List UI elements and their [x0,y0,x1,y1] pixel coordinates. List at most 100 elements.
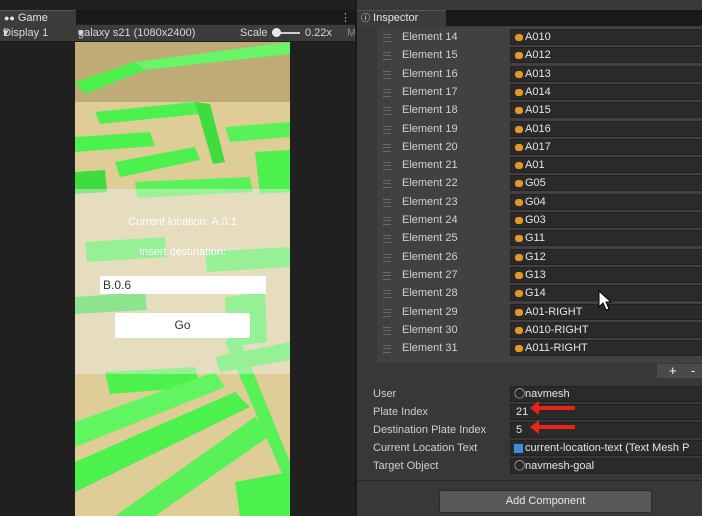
text-mesh-icon [514,444,523,453]
asset-icon [515,235,523,243]
drag-handle-icon[interactable] [383,271,391,280]
list-item[interactable]: Element 14 A010 [377,29,702,47]
element-field[interactable]: A017 [510,138,702,155]
element-field[interactable]: G05 [510,175,702,192]
list-item[interactable]: Element 25 G11 [377,230,702,248]
element-field[interactable]: A013 [510,65,702,82]
add-element-button[interactable]: + [669,364,677,378]
element-field[interactable]: G12 [510,248,702,265]
asset-icon [515,345,523,353]
asset-icon [515,107,523,115]
annotation-arrow-icon [530,420,575,434]
list-item[interactable]: Element 29 A01-RIGHT [377,303,702,322]
inspector-panel: ⓘ Inspector Element 14 A010 Element 15 A012 E… [355,0,702,516]
inspector-tab-bar: ⓘ Inspector [357,10,702,26]
chevron-down-icon: ▾ [78,27,84,39]
list-item[interactable]: Element 17 A014 [377,83,702,102]
tab-menu-icon[interactable]: ⋮ [340,11,351,24]
user-field[interactable]: ◯ navmesh [510,386,702,402]
element-label: Element 24 [402,214,458,226]
drag-handle-icon[interactable] [383,52,391,61]
list-item[interactable]: Element 21 A01 [377,157,702,175]
drag-handle-icon[interactable] [383,88,391,97]
drag-handle-icon[interactable] [383,34,391,42]
game-panel: ●● Game ⋮ Display 1 ▾ galaxy s21 (1080x24… [0,0,356,516]
element-field[interactable]: A011-RIGHT [510,340,702,357]
tab-inspector[interactable]: ⓘ Inspector [357,10,446,26]
mouse-cursor-icon [598,290,613,311]
asset-icon [515,290,523,298]
asset-icon [515,143,523,151]
asset-icon [515,70,523,78]
asset-icon [515,34,523,41]
scale-value: 0.22x [305,27,332,39]
drag-handle-icon[interactable] [383,180,391,189]
list-item[interactable]: Element 28 G14 [377,285,702,303]
element-field[interactable]: A01 [510,157,702,174]
list-item[interactable]: Element 26 G12 [377,248,702,267]
list-item[interactable]: Element 24 G03 [377,212,702,230]
element-field[interactable]: G03 [510,212,702,228]
list-item[interactable]: Element 20 A017 [377,138,702,157]
list-item[interactable]: Element 27 G13 [377,266,702,285]
element-label: Element 17 [402,85,458,98]
add-component-button[interactable]: Add Component [439,490,652,513]
element-field[interactable]: G04 [510,193,702,210]
element-field[interactable]: A012 [510,47,702,64]
element-label: Element 14 [402,31,458,43]
drag-handle-icon[interactable] [383,253,391,262]
target-object-field[interactable]: ◯ navmesh-goal [510,458,702,474]
drag-handle-icon[interactable] [383,125,391,134]
tab-game[interactable]: ●● Game [0,10,76,26]
prop-target-object: Target Object ◯ navmesh-goal [373,458,702,476]
element-field[interactable]: A010 [510,29,702,45]
prop-label: Plate Index [373,406,429,418]
element-field[interactable]: G13 [510,266,702,283]
element-field[interactable]: A010-RIGHT [510,321,702,338]
list-item[interactable]: Element 16 A013 [377,65,702,84]
element-label: Element 19 [402,122,458,135]
element-field[interactable]: A016 [510,120,702,137]
drag-handle-icon[interactable] [383,217,391,225]
game-viewport[interactable]: Current location: A.0.1 Insert destinati… [75,42,290,516]
prop-label: Destination Plate Index [373,424,487,436]
drag-handle-icon[interactable] [383,70,391,79]
list-item[interactable]: Element 30 A010-RIGHT [377,321,702,340]
list-item[interactable]: Element 23 G04 [377,193,702,212]
drag-handle-icon[interactable] [383,290,391,299]
asset-icon [515,217,523,224]
game-tab-bar: ●● Game ⋮ [0,10,355,26]
drag-handle-icon[interactable] [383,143,391,152]
drag-handle-icon[interactable] [383,107,391,116]
list-item[interactable]: Element 22 G05 [377,175,702,193]
divider [357,480,702,481]
element-label: Element 23 [402,195,458,208]
drag-handle-icon[interactable] [383,345,391,354]
drag-handle-icon[interactable] [383,162,391,171]
destination-input[interactable]: B.0.6 [100,276,266,294]
element-label: Element 26 [402,250,458,263]
game-toolbar: Display 1 ▾ galaxy s21 (1080x2400) ▾ Sca… [0,25,356,41]
prop-label: Current Location Text [373,442,478,454]
element-field[interactable]: G11 [510,230,702,247]
list-item[interactable]: Element 18 A015 [377,102,702,120]
drag-handle-icon[interactable] [383,326,391,335]
drag-handle-icon[interactable] [383,198,391,207]
info-icon: ⓘ [361,13,371,23]
list-item[interactable]: Element 19 A016 [377,120,702,139]
scale-slider-handle[interactable] [272,28,281,37]
current-location-text-field[interactable]: current-location-text (Text Mesh P [510,440,702,456]
remove-element-button[interactable]: - [691,364,695,378]
element-label: Element 21 [402,159,458,172]
element-field[interactable]: A014 [510,83,702,100]
element-field[interactable]: A015 [510,102,702,119]
list-item[interactable]: Element 31 A011-RIGHT [377,340,702,358]
list-item[interactable]: Element 15 A012 [377,47,702,65]
element-label: Element 15 [402,49,458,62]
go-button[interactable]: Go [115,313,250,338]
drag-handle-icon[interactable] [383,308,391,317]
drag-handle-icon[interactable] [383,235,391,244]
prop-label: Target Object [373,460,439,472]
element-label: Element 28 [402,287,458,300]
chevron-down-icon: ▾ [3,27,9,39]
